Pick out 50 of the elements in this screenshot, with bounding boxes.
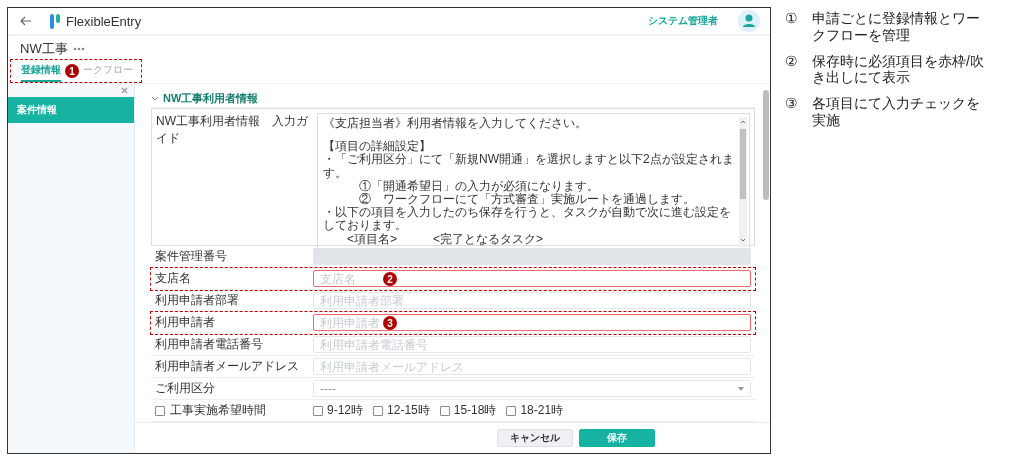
sidebar-item[interactable]: 案件情報 bbox=[8, 97, 134, 123]
logo-icon bbox=[50, 13, 60, 29]
guide-text: ② ワークフローにて「方式審査」実施ルートを通過します。 bbox=[358, 192, 695, 207]
checkbox-label: 15-18時 bbox=[453, 402, 497, 419]
field-label: 案件管理番号 bbox=[155, 248, 228, 265]
field-label: 利用申請者電話番号 bbox=[155, 336, 264, 353]
scrollbar-drawing[interactable] bbox=[739, 117, 747, 247]
checkbox-label: 12-15時 bbox=[387, 402, 430, 419]
checkbox[interactable] bbox=[313, 405, 323, 416]
page-title: NW工事 bbox=[20, 40, 68, 58]
dropdown-caret-icon bbox=[738, 386, 744, 391]
guide-text: 《支店担当者》利用者情報を入力してください。 bbox=[323, 117, 588, 131]
field-label: 利用申請者 bbox=[155, 314, 216, 331]
save-button[interactable]: 保存 bbox=[579, 429, 655, 447]
checkbox-label: 18-21時 bbox=[520, 402, 564, 419]
tab[interactable]: 登録情報 bbox=[21, 60, 61, 82]
note-text: 各項目にて入力チェックを実施 bbox=[812, 95, 981, 129]
field-label: 利用申請者部署 bbox=[155, 292, 240, 309]
checkbox[interactable] bbox=[439, 405, 450, 416]
note-text: 保存時に必須項目を赤枠/吹き出しにて表示 bbox=[812, 52, 985, 87]
back-arrow-icon[interactable] bbox=[20, 16, 32, 26]
note-number: ③ bbox=[785, 95, 798, 114]
checkbox-label: 9-12時 bbox=[327, 402, 364, 419]
field-label: ご利用区分 bbox=[155, 380, 216, 397]
field-label: 利用申請者メールアドレス bbox=[155, 358, 300, 375]
number-badge: 1 bbox=[65, 64, 79, 78]
guide-text: 【項目の詳細設定】 bbox=[323, 140, 432, 154]
app-name: FlexibleEntry bbox=[66, 13, 142, 29]
more-icon[interactable] bbox=[72, 47, 85, 51]
note-text: 申請ごとに登録情報とワークフローを管理 bbox=[812, 10, 981, 44]
user-name[interactable]: システム管理者 bbox=[648, 14, 718, 28]
guide-text: <項目名> <完了となるタスク> bbox=[346, 232, 545, 246]
field-label: NW工事利用者情報 入力ガイド bbox=[156, 113, 309, 147]
section-title: NW工事利用者情報 bbox=[163, 91, 259, 106]
note-number: ① bbox=[785, 10, 798, 28]
guide-text: ・以下の項目を入力したのち保存を行うと、タスクが自動で次に進む設定をしております。 bbox=[323, 206, 732, 233]
chevron-icon[interactable] bbox=[151, 95, 159, 102]
checkbox[interactable] bbox=[155, 405, 165, 416]
checkbox[interactable] bbox=[506, 405, 517, 416]
tab[interactable]: ークフロー bbox=[83, 60, 133, 82]
user-avatar-icon[interactable] bbox=[738, 10, 760, 32]
select-field[interactable]: ---- bbox=[313, 380, 751, 397]
guide-text: ①「開通希望日」の入力が必須になります。 bbox=[358, 179, 600, 193]
checkbox[interactable] bbox=[373, 405, 384, 416]
guide-text: ・「ご利用区分」にて「新規NW開通」を選択しますと以下2点が設定されます。 bbox=[323, 153, 735, 180]
note-number: ② bbox=[785, 52, 798, 71]
cancel-button[interactable]: キャンセル bbox=[497, 429, 573, 447]
close-icon[interactable] bbox=[121, 87, 128, 94]
field-label: 工事実施希望時間 bbox=[170, 402, 266, 419]
field-label: 支店名 bbox=[155, 270, 192, 287]
